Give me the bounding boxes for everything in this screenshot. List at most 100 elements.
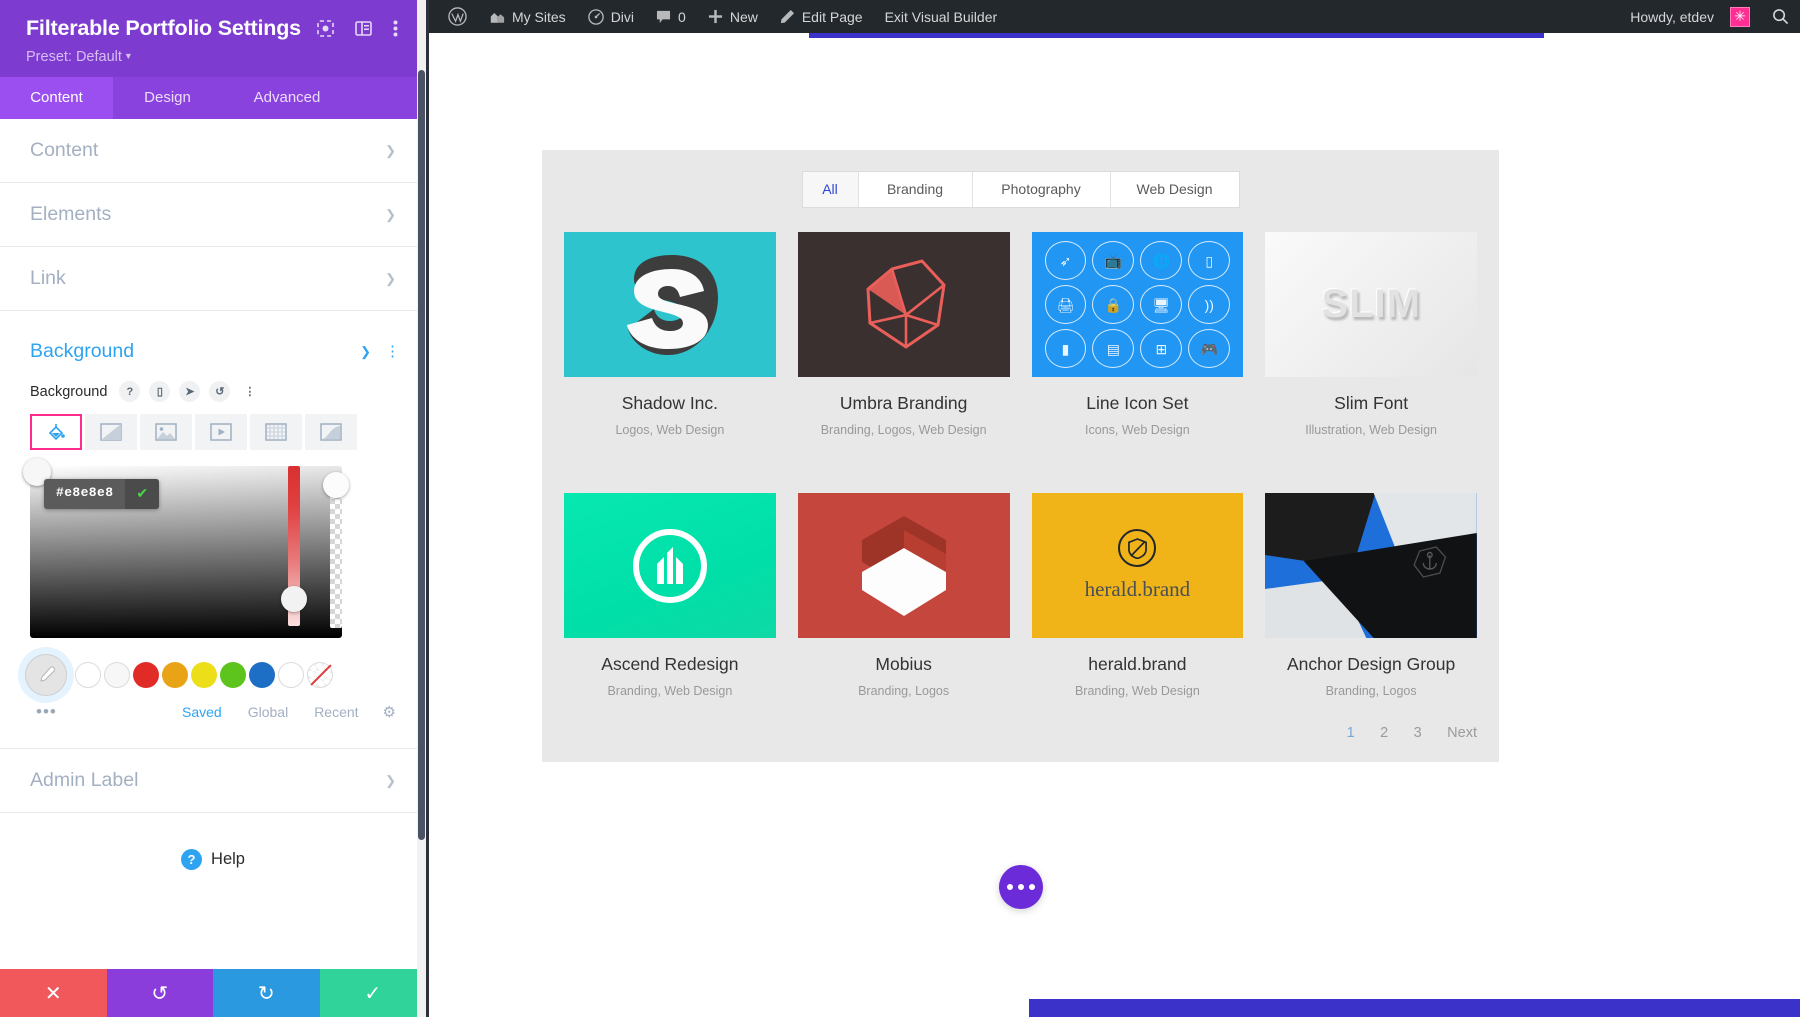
chevron-up-icon[interactable]: ❯ [360,345,371,358]
thumbnail-ascend-redesign[interactable] [564,493,776,638]
scrollbar-thumb[interactable] [418,70,425,840]
accordion-elements[interactable]: Elements ❯ [0,183,426,247]
preset-selector[interactable]: Preset: Default▼ [26,49,404,65]
background-video-tab[interactable] [195,414,247,450]
accordion-content[interactable]: Content ❯ [0,119,426,183]
filter-all[interactable]: All [803,172,859,207]
plus-icon [708,9,723,24]
reset-icon[interactable]: ↺ [209,381,230,402]
swatch-tab-saved[interactable]: Saved [182,704,222,720]
hover-icon[interactable]: ➤ [179,381,200,402]
saturation-box[interactable]: #e8e8e8 ✔ [30,466,342,638]
accordion-admin-label[interactable]: Admin Label ❯ [0,749,426,813]
portfolio-item[interactable]: Mobius Branding, Logos [798,493,1010,698]
filter-web-design[interactable]: Web Design [1111,172,1239,207]
background-section-header[interactable]: Background ❯ ⋮ [0,311,426,367]
tab-advanced[interactable]: Advanced [222,77,352,119]
hex-input[interactable]: #e8e8e8 [44,479,125,509]
redo-button[interactable]: ↻ [213,969,320,1017]
undo-button[interactable]: ↺ [107,969,214,1017]
section-more-icon[interactable]: ⋮ [385,342,400,360]
portfolio-item-meta: Illustration, Web Design [1265,423,1477,437]
swatch-transparent[interactable] [307,662,333,688]
background-gradient-tab[interactable] [85,414,137,450]
color-picker[interactable]: #e8e8e8 ✔ [0,450,426,638]
wordpress-logo-icon[interactable] [437,0,478,33]
page-2[interactable]: 2 [1380,725,1388,741]
hex-value-chip[interactable]: #e8e8e8 ✔ [44,479,159,509]
gear-icon[interactable]: ⚙ [383,703,396,721]
fullscreen-icon[interactable] [317,20,334,37]
comments-menu[interactable]: 0 [645,0,697,33]
thumbnail-shadow-inc[interactable] [564,232,776,377]
my-sites-menu[interactable]: My Sites [478,0,577,33]
thumbnail-mobius[interactable] [798,493,1010,638]
panel-scrollbar[interactable] [417,0,426,1017]
thumbnail-anchor-design-group[interactable] [1265,493,1477,638]
responsive-icon[interactable]: ▯ [149,381,170,402]
field-more-icon[interactable]: ⋮ [239,381,260,402]
swatch-white-2[interactable] [278,662,304,688]
portfolio-item[interactable]: Umbra Branding Branding, Logos, Web Desi… [798,232,1010,437]
accordion-link[interactable]: Link ❯ [0,247,426,311]
page-next[interactable]: Next [1447,725,1477,741]
eyedropper-icon[interactable] [25,654,67,696]
swatch-tab-recent[interactable]: Recent [314,704,358,720]
section-highlight-bottom [1029,999,1800,1017]
alpha-slider[interactable] [330,484,342,628]
portfolio-item[interactable]: herald.brand herald.brand Branding, Web … [1032,493,1244,698]
help-icon[interactable]: ? [119,381,140,402]
hue-slider-knob[interactable] [281,586,307,612]
thumbnail-herald-brand[interactable]: herald.brand [1032,493,1244,638]
preset-label: Preset: Default [26,49,122,65]
filter-branding[interactable]: Branding [859,172,973,207]
page-3[interactable]: 3 [1414,725,1422,741]
help-link[interactable]: ? Help [0,813,426,906]
swatch-red[interactable] [133,662,159,688]
accordion-link-label: Link [30,267,66,290]
swatch-white[interactable] [75,662,101,688]
settings-fab[interactable] [999,865,1043,909]
portfolio-item[interactable]: Anchor Design Group Branding, Logos [1265,493,1477,698]
portfolio-item[interactable]: ➶ 📺 🌐 ▯ 🖨 🔒 🖥 )) ▮ ▤ ⊞ [1032,232,1244,437]
edit-page-menu[interactable]: Edit Page [769,0,874,33]
portfolio-item[interactable]: Shadow Inc. Logos, Web Design [564,232,776,437]
thumbnail-slim-font[interactable]: SLIM [1265,232,1477,377]
page-1[interactable]: 1 [1347,725,1355,741]
alpha-slider-knob[interactable] [323,472,349,498]
portfolio-item-meta: Logos, Web Design [564,423,776,437]
swatch-offwhite[interactable] [104,662,130,688]
swatch-tab-global[interactable]: Global [248,704,288,720]
portfolio-item[interactable]: SLIM Slim Font Illustration, Web Design [1265,232,1477,437]
cancel-button[interactable]: ✕ [0,969,107,1017]
divi-menu[interactable]: Divi [577,0,645,33]
portfolio-item-title: Line Icon Set [1032,393,1244,414]
background-pattern-tab[interactable] [250,414,302,450]
portfolio-item[interactable]: Ascend Redesign Branding, Web Design [564,493,776,698]
swatch-green[interactable] [220,662,246,688]
tab-content[interactable]: Content [0,77,113,119]
swatch-blue[interactable] [249,662,275,688]
search-icon[interactable] [1761,0,1800,33]
exit-visual-builder[interactable]: Exit Visual Builder [874,0,1009,33]
account-menu[interactable]: Howdy, etdev ✳ [1619,0,1761,33]
background-color-tab[interactable] [30,414,82,450]
swatch-orange[interactable] [162,662,188,688]
chevron-down-icon: ❯ [385,144,396,157]
tab-design[interactable]: Design [113,77,222,119]
save-button[interactable]: ✓ [320,969,427,1017]
filterable-portfolio-module[interactable]: All Branding Photography Web Design [542,150,1499,762]
thumbnail-line-icon-set[interactable]: ➶ 📺 🌐 ▯ 🖨 🔒 🖥 )) ▮ ▤ ⊞ [1032,232,1244,377]
swatch-meta-row: ••• Saved Global Recent ⚙ [0,696,426,722]
new-menu[interactable]: New [697,0,769,33]
background-image-tab[interactable] [140,414,192,450]
avatar: ✳ [1730,7,1750,27]
thumbnail-umbra-branding[interactable] [798,232,1010,377]
swatch-yellow[interactable] [191,662,217,688]
confirm-color-icon[interactable]: ✔ [125,479,159,509]
layout-toggle-icon[interactable] [355,21,372,36]
swatch-more-icon[interactable]: ••• [36,702,156,722]
more-options-icon[interactable] [393,20,398,37]
filter-photography[interactable]: Photography [973,172,1111,207]
background-mask-tab[interactable] [305,414,357,450]
